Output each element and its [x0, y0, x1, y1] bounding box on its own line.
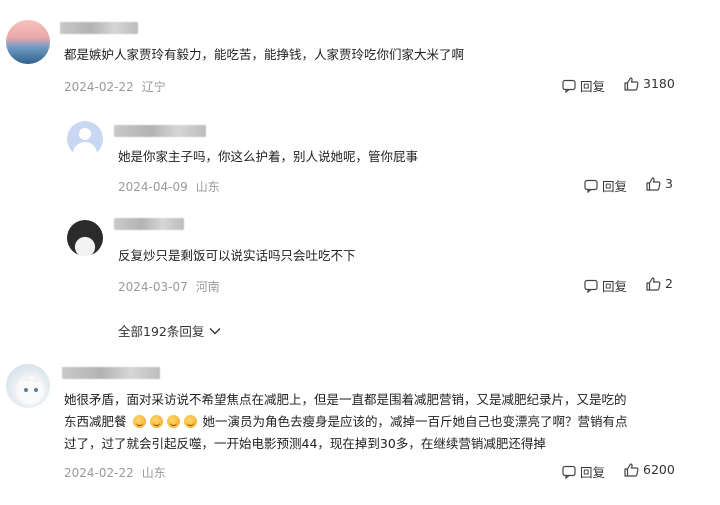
comment-text: 她是你家主子吗，你这么护着，别人说她呢，管你屁事: [118, 149, 419, 164]
like-button[interactable]: 2: [646, 276, 673, 291]
username[interactable]: [114, 218, 184, 230]
reply-icon: [584, 179, 598, 193]
username[interactable]: [60, 22, 138, 34]
reply-icon: [562, 465, 576, 479]
comment-location: 河南: [195, 280, 220, 294]
comment-text: 反复炒只是剩饭可以说实话吗只会吐吃不下: [118, 248, 356, 263]
reply-label: 回复: [580, 79, 606, 94]
thumbs-up-icon: [624, 76, 639, 91]
comment-text-line-2: 东西减肥餐 她一演员为角色去瘦身是应该的，减掉一百斤她自己也变漂亮了啊？营销有点: [64, 411, 628, 433]
like-count: 3: [665, 176, 673, 191]
avatar[interactable]: [67, 220, 103, 256]
reply-label: 回复: [602, 179, 628, 194]
like-button[interactable]: 3180: [624, 76, 675, 91]
comment-date: 2024-04-09: [118, 180, 188, 194]
comment-location: 辽宁: [141, 80, 166, 94]
comment-text-line-1: 她很矛盾，面对采访说不希望焦点在减肥上，但是一直都是围着减肥营销，又是减肥纪录片…: [64, 392, 627, 407]
reply-label: 回复: [580, 465, 606, 480]
comment-date: 2024-02-22: [64, 80, 134, 94]
like-button[interactable]: 6200: [624, 462, 675, 477]
laughing-emoji-icon: [149, 415, 163, 428]
comment-text-segment: 东西减肥餐: [64, 414, 127, 429]
avatar[interactable]: [6, 364, 50, 408]
thumbs-up-icon: [646, 176, 661, 191]
reply-icon: [562, 79, 576, 93]
reply-button[interactable]: 回复: [584, 176, 627, 195]
all-replies-link[interactable]: 全部192条回复: [118, 321, 221, 340]
reply-button[interactable]: 回复: [562, 462, 605, 481]
avatar[interactable]: [6, 20, 50, 64]
comment-meta: 2024-02-22 辽宁: [64, 78, 166, 95]
comment-text-segment: 她一演员为角色去瘦身是应该的，减掉一百斤她自己也变漂亮了啊？营销有点: [202, 414, 628, 429]
comment-location: 山东: [195, 180, 220, 194]
chevron-down-icon: [209, 327, 221, 334]
username[interactable]: [114, 125, 206, 137]
thumbs-up-icon: [624, 462, 639, 477]
like-button[interactable]: 3: [646, 176, 673, 191]
comment-meta: 2024-03-07 河南: [118, 278, 220, 295]
laughing-emoji-icon: [183, 415, 197, 428]
reply-label: 回复: [602, 279, 628, 294]
reply-button[interactable]: 回复: [562, 76, 605, 95]
comment-meta: 2024-04-09 山东: [118, 178, 220, 195]
comment-text-line-3: 过了，过了就会引起反噬，一开始电影预测44，现在掉到30多，在继续营销减肥还得掉: [64, 436, 546, 451]
laughing-emoji-icon: [132, 415, 146, 428]
comment-location: 山东: [141, 466, 166, 480]
thumbs-up-icon: [646, 276, 661, 291]
like-count: 6200: [643, 462, 675, 477]
like-count: 3180: [643, 76, 675, 91]
comment-text: 都是嫉妒人家贾玲有毅力，能吃苦，能挣钱，人家贾玲吃你们家大米了啊: [64, 47, 465, 62]
avatar[interactable]: [67, 121, 103, 157]
like-count: 2: [665, 276, 673, 291]
reply-icon: [584, 279, 598, 293]
reply-button[interactable]: 回复: [584, 276, 627, 295]
comment-date: 2024-03-07: [118, 280, 188, 294]
comment-meta: 2024-02-22 山东: [64, 464, 166, 481]
laughing-emoji-icon: [166, 415, 180, 428]
username[interactable]: [62, 367, 160, 379]
comment-date: 2024-02-22: [64, 466, 134, 480]
all-replies-label: 全部192条回复: [118, 324, 205, 339]
